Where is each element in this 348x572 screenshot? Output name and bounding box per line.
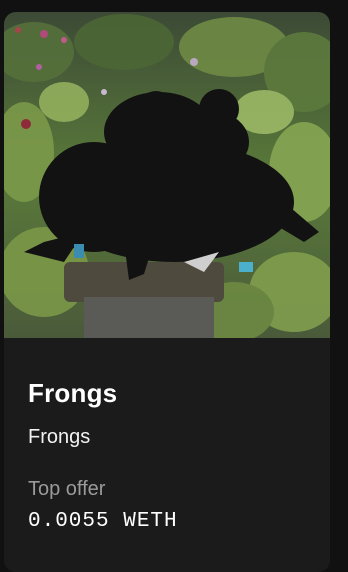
card-info: Frongs Frongs Top offer 0.0055 WETH (4, 338, 330, 572)
top-offer-value: 0.0055 WETH (28, 510, 178, 533)
top-offer-label: Top offer (28, 478, 106, 500)
nft-card[interactable]: Frongs Frongs Top offer 0.0055 WETH (4, 12, 330, 572)
frog-silhouette-nft-image (4, 12, 330, 338)
nft-title[interactable]: Frongs (28, 378, 117, 409)
collection-name[interactable]: Frongs (28, 426, 90, 449)
nft-image[interactable] (4, 12, 330, 338)
